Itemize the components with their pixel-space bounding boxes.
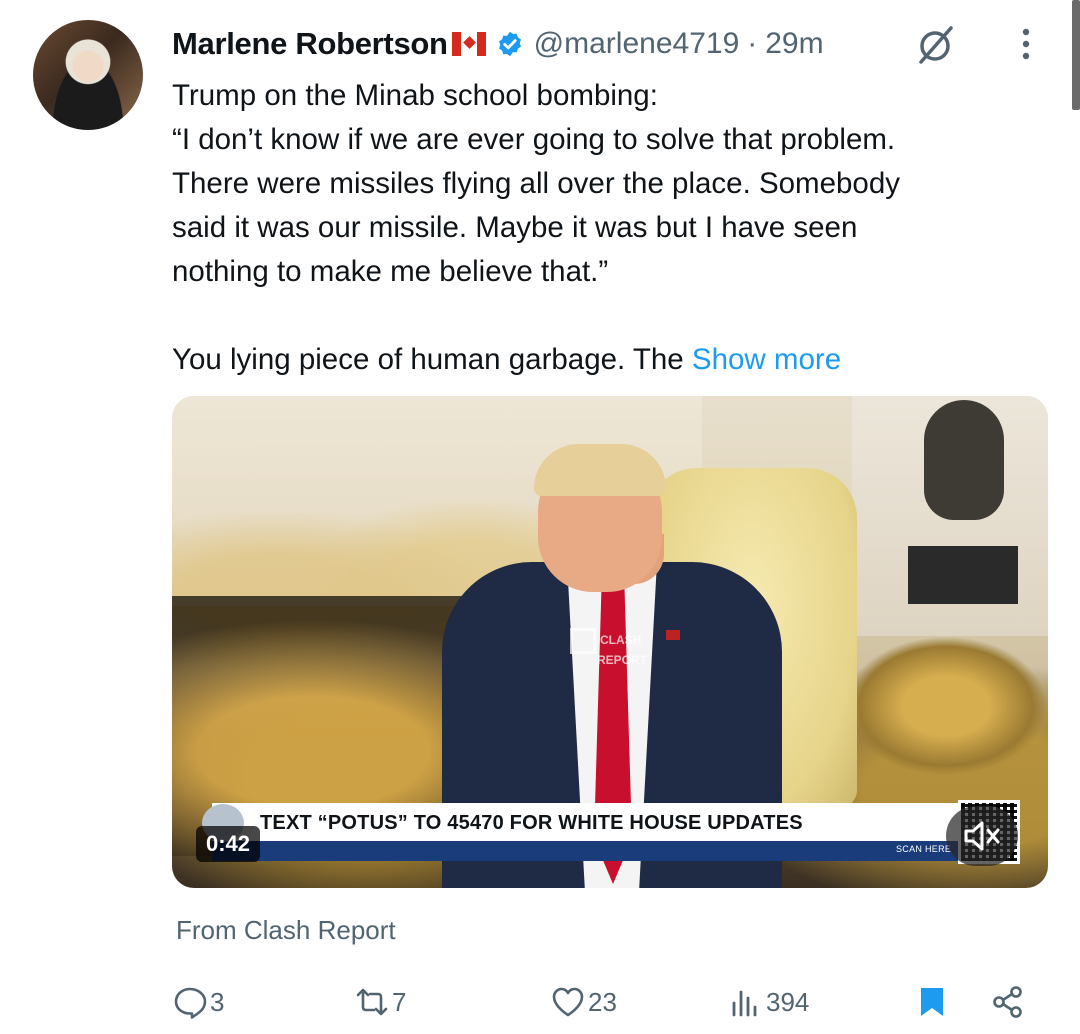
like-count: 23 <box>588 986 617 1017</box>
bookmark-button[interactable] <box>914 982 950 1022</box>
tweet-line-last: You lying piece of human garbage. The Sh… <box>172 338 1032 382</box>
speaker-muted-icon <box>964 821 1000 851</box>
more-options-icon[interactable] <box>1012 22 1040 66</box>
views-button[interactable]: 394 <box>728 982 809 1022</box>
share-icon <box>993 986 1022 1018</box>
watermark-bottom: REPORT <box>597 653 648 667</box>
views-count: 394 <box>766 986 810 1017</box>
avatar[interactable] <box>33 20 143 130</box>
tweet-text: Trump on the Minab school bombing: “I do… <box>172 74 1032 382</box>
video-player[interactable]: CLASH REPORT TEXT “POTUS” TO 45470 FOR W… <box>172 396 1048 888</box>
mute-button[interactable] <box>946 806 1018 866</box>
tweet-line: nothing to make me believe that.” <box>172 255 609 288</box>
show-more-link[interactable]: Show more <box>692 343 841 376</box>
tweet-line <box>172 294 1032 338</box>
grok-icon[interactable] <box>913 22 957 66</box>
reply-count: 3 <box>210 986 225 1017</box>
verified-badge-icon[interactable] <box>496 30 524 58</box>
canada-flag-icon <box>451 32 486 56</box>
reply-button[interactable]: 3 <box>172 982 224 1022</box>
repost-count: 7 <box>392 986 407 1017</box>
tweet-header: Marlene Robertson @marlene4719 · 29m <box>172 22 824 66</box>
media-source[interactable]: From Clash Report <box>176 915 396 946</box>
author-handle[interactable]: @marlene4719 <box>534 27 740 61</box>
scrollbar[interactable] <box>1072 0 1080 110</box>
video-duration: 0:42 <box>196 826 261 862</box>
heart-icon <box>552 987 584 1017</box>
reply-icon <box>174 987 207 1019</box>
scan-here-label: SCAN HERE <box>896 844 952 854</box>
author-name[interactable]: Marlene Robertson <box>172 26 448 62</box>
share-button[interactable] <box>990 982 1026 1022</box>
banner-text: TEXT “POTUS” TO 45470 FOR WHITE HOUSE UP… <box>260 812 803 834</box>
watermark-top: CLASH <box>600 633 642 648</box>
separator: · <box>747 27 758 60</box>
repost-icon <box>356 988 388 1016</box>
tweet-line: “I don’t know if we are ever going to so… <box>172 123 896 156</box>
video-watermark: CLASH REPORT <box>570 628 647 666</box>
bust-sculpture <box>924 400 1004 520</box>
bust-pedestal <box>908 546 1018 604</box>
tweet-line: You lying piece of human garbage. The <box>172 343 692 376</box>
tweet-line: There were missiles flying all over the … <box>172 167 900 200</box>
tweet-line: Trump on the Minab school bombing: <box>172 79 658 112</box>
gold-eagle <box>844 636 1048 776</box>
views-chart-icon <box>732 990 757 1017</box>
like-button[interactable]: 23 <box>550 982 617 1022</box>
tweet-line: said it was our missile. Maybe it was bu… <box>172 211 858 244</box>
timestamp[interactable]: 29m <box>765 27 823 61</box>
repost-button[interactable]: 7 <box>354 982 406 1022</box>
bookmark-icon <box>921 988 943 1016</box>
